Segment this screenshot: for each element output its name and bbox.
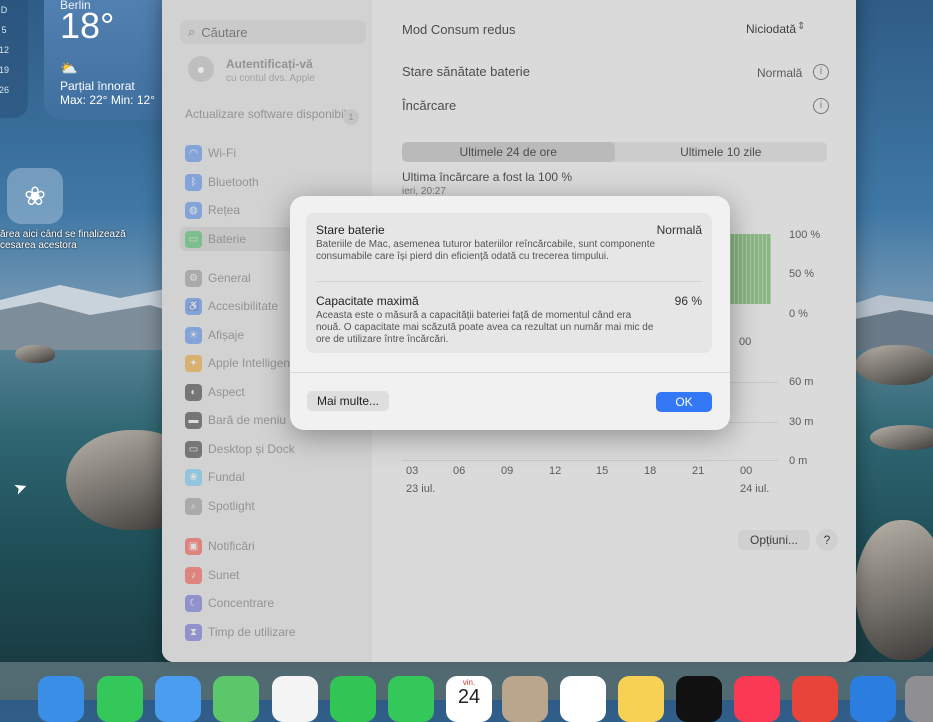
- partly-cloudy-icon: ⛅: [60, 60, 78, 76]
- desktop-rock: [870, 425, 933, 450]
- weather-widget[interactable]: Berlin 18° ⛅ Parțial înnorat Max: 22° Mi…: [44, 0, 174, 120]
- weather-minmax: Max: 22° Min: 12°: [60, 93, 155, 107]
- settings-icon[interactable]: [905, 676, 933, 722]
- max-capacity-value: 96 %: [674, 294, 702, 308]
- ok-button[interactable]: OK: [656, 392, 712, 412]
- calendar-day: 19: [0, 65, 9, 75]
- phone-icon[interactable]: [388, 676, 434, 722]
- max-capacity-description: Aceasta este o măsură a capacității bate…: [316, 310, 654, 345]
- xcode-icon[interactable]: [850, 676, 896, 722]
- desktop-rock: [855, 520, 933, 660]
- photos-icon[interactable]: [272, 676, 318, 722]
- mail-icon[interactable]: [155, 676, 201, 722]
- rocket-icon[interactable]: [792, 676, 838, 722]
- facetime-icon[interactable]: [330, 676, 376, 722]
- battery-info-dialog: Stare baterie Normală Bateriile de Mac, …: [290, 196, 730, 430]
- max-capacity-title: Capacitate maximă: [316, 294, 419, 308]
- reminders-icon[interactable]: [560, 676, 606, 722]
- safari-icon[interactable]: [38, 676, 84, 722]
- calendar-day: D: [0, 5, 8, 15]
- divider: [316, 281, 702, 282]
- weather-city: Berlin: [60, 0, 91, 12]
- tv-icon[interactable]: [676, 676, 722, 722]
- music-icon[interactable]: [734, 676, 780, 722]
- desktop-notice-line: ărea aici când se finalizează: [0, 229, 126, 240]
- messages-icon[interactable]: [97, 676, 143, 722]
- battery-state-description: Bateriile de Mac, asemenea tuturor bater…: [316, 239, 656, 262]
- calendar-day-number: 24: [457, 686, 481, 708]
- notes-icon[interactable]: [618, 676, 664, 722]
- maps-icon[interactable]: [213, 676, 259, 722]
- contacts-icon[interactable]: [502, 676, 548, 722]
- divider: [290, 372, 730, 373]
- desktop-rock: [15, 345, 55, 363]
- battery-state-title: Stare baterie: [316, 223, 385, 237]
- desktop-rock: [855, 345, 933, 385]
- calendar-icon[interactable]: vin. 24: [446, 676, 492, 722]
- calendar-widget[interactable]: D 5 12 19 26: [0, 0, 28, 118]
- calendar-day: 12: [0, 45, 9, 55]
- weather-temperature: 18°: [60, 5, 115, 46]
- weather-condition: Parțial înnorat: [60, 79, 135, 93]
- mouse-pointer-icon: ➤: [11, 478, 31, 499]
- calendar-day: 26: [0, 85, 9, 95]
- photos-widget-icon[interactable]: ❀: [7, 168, 63, 224]
- more-info-button[interactable]: Mai multe...: [307, 391, 389, 411]
- desktop-notice: ărea aici când se finalizează cesarea ac…: [0, 229, 126, 251]
- calendar-day: 5: [1, 25, 7, 35]
- battery-info-group: Stare baterie Normală Bateriile de Mac, …: [306, 213, 712, 353]
- battery-state-value: Normală: [656, 223, 702, 237]
- desktop-notice-line: cesarea acestora: [0, 240, 77, 251]
